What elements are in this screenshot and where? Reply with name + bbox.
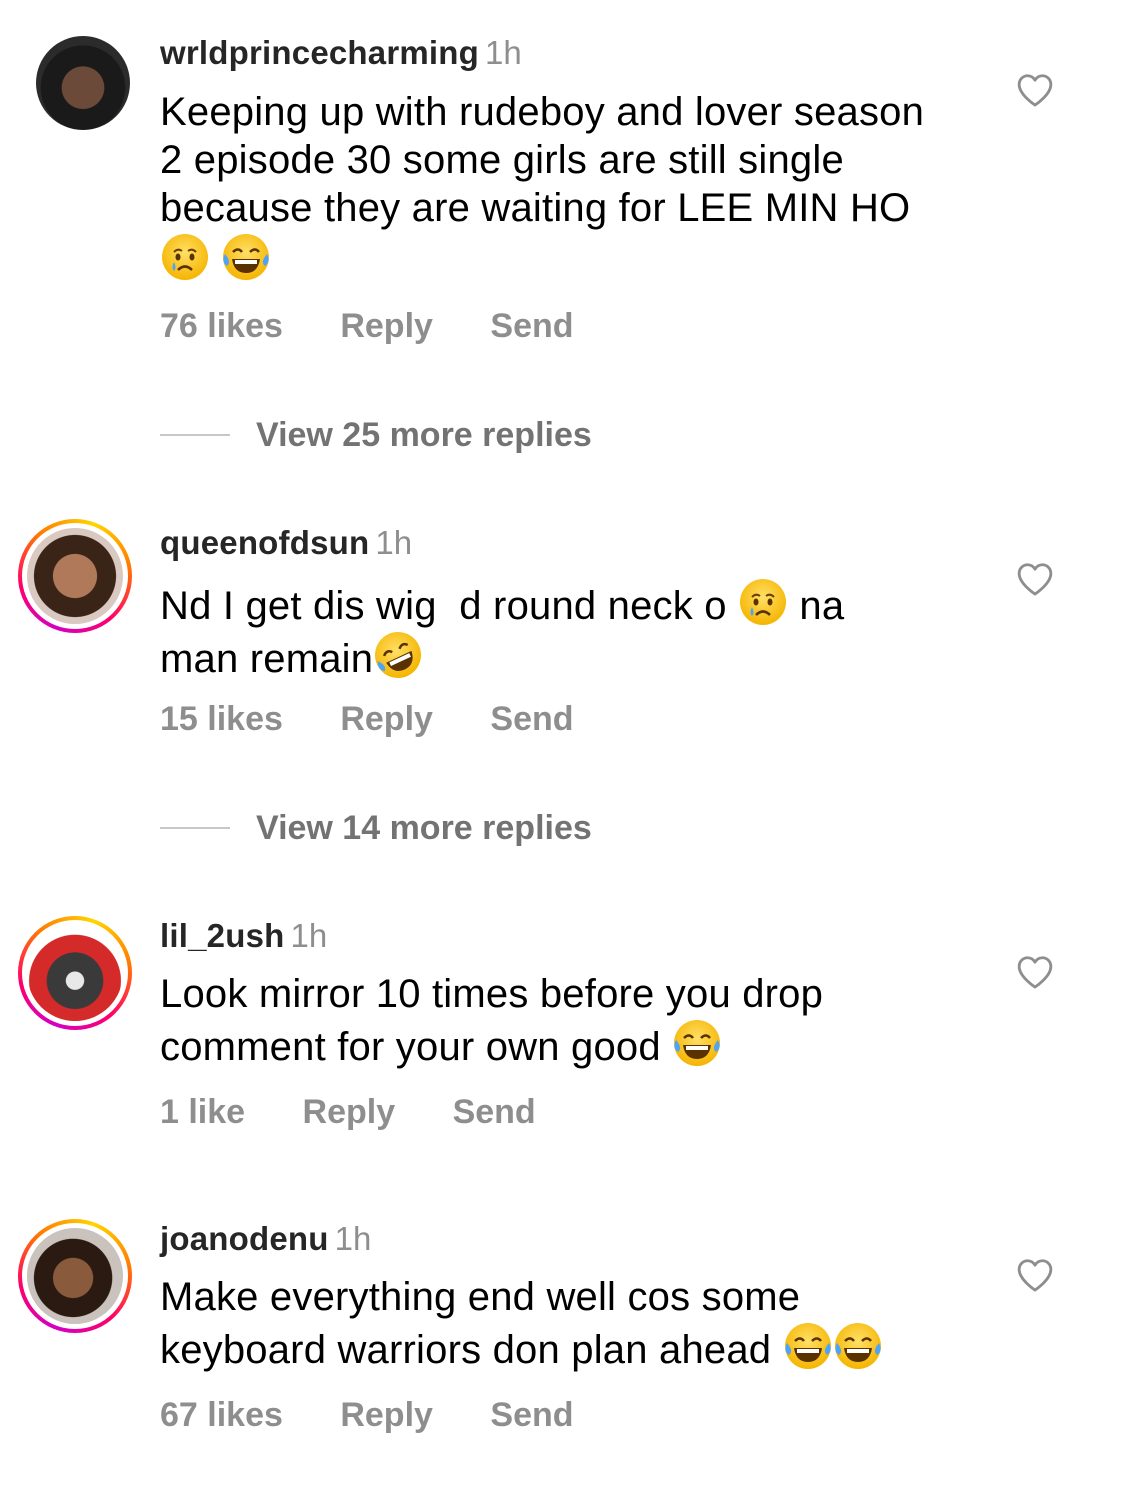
comment-actions: 76 likes Reply Send — [160, 306, 622, 346]
heart-icon[interactable] — [1016, 72, 1054, 108]
timestamp: 1h — [375, 524, 413, 561]
comment-actions: 15 likes Reply Send — [160, 699, 622, 739]
send-button[interactable]: Send — [490, 1396, 573, 1434]
crying-face-emoji — [160, 232, 210, 282]
likes-count[interactable]: 76 likes — [160, 307, 283, 345]
comment-text-part: Look mirror 10 times before you drop — [160, 972, 824, 1016]
comment-header: queenofdsun 1h — [160, 523, 412, 563]
likes-count[interactable]: 67 likes — [160, 1396, 283, 1434]
username[interactable]: joanodenu — [160, 1220, 329, 1257]
username[interactable]: queenofdsun — [160, 524, 369, 561]
timestamp: 1h — [290, 917, 328, 954]
timestamp: 1h — [334, 1220, 372, 1257]
avatar-inner — [22, 920, 128, 1026]
comment-text: Keeping up with rudeboy and lover season… — [160, 88, 950, 285]
comment-text: Make everything end well cos some keyboa… — [160, 1273, 950, 1374]
heart-icon[interactable] — [1016, 1257, 1054, 1293]
avatar[interactable] — [18, 18, 132, 132]
comment-text-part: comment for your own good — [160, 1025, 661, 1069]
comment-text-part: man remain — [160, 637, 374, 681]
rolling-laughing-emoji — [373, 630, 423, 680]
reply-button[interactable]: Reply — [340, 1396, 433, 1434]
tears-of-joy-emoji — [833, 1321, 883, 1371]
send-button[interactable]: Send — [453, 1093, 536, 1131]
divider-line — [160, 827, 230, 829]
comment-text-part: keyboard warriors don plan ahead — [160, 1328, 772, 1372]
tears-of-joy-emoji — [783, 1321, 833, 1371]
comment-header: lil_2ush 1h — [160, 916, 327, 956]
comment-header: joanodenu 1h — [160, 1219, 371, 1259]
send-button[interactable]: Send — [490, 700, 573, 738]
crying-face-emoji — [738, 577, 788, 627]
comment-text-part: Nd I get dis wig d round neck o — [160, 584, 727, 628]
tears-of-joy-emoji — [672, 1018, 722, 1068]
view-more-replies-label: View 14 more replies — [256, 809, 592, 847]
divider-line — [160, 434, 230, 436]
reply-button[interactable]: Reply — [340, 700, 433, 738]
comment-text-body: Keeping up with rudeboy and lover season… — [160, 90, 925, 230]
timestamp: 1h — [485, 34, 522, 71]
avatar-image — [36, 36, 130, 130]
reply-button[interactable]: Reply — [340, 307, 433, 345]
comment-actions: 1 like Reply Send — [160, 1092, 584, 1132]
comment-text-part: na — [799, 584, 845, 628]
heart-icon[interactable] — [1016, 954, 1054, 990]
avatar[interactable] — [18, 519, 132, 633]
view-more-replies-label: View 25 more replies — [256, 416, 592, 454]
avatar-inner — [22, 1223, 128, 1329]
likes-count[interactable]: 1 like — [160, 1093, 245, 1131]
avatar[interactable] — [18, 1219, 132, 1333]
username[interactable]: wrldprincecharming — [160, 34, 479, 71]
avatar-image — [27, 528, 123, 624]
avatar[interactable] — [18, 916, 132, 1030]
avatar-inner — [22, 523, 128, 629]
comment-header: wrldprincecharming 1h — [160, 33, 522, 73]
tears-of-joy-emoji — [221, 232, 271, 282]
comment-text: Look mirror 10 times before you drop com… — [160, 970, 950, 1071]
send-button[interactable]: Send — [490, 307, 573, 345]
reply-button[interactable]: Reply — [303, 1093, 396, 1131]
avatar-image — [27, 925, 123, 1021]
comment-actions: 67 likes Reply Send — [160, 1395, 622, 1435]
username[interactable]: lil_2ush — [160, 917, 284, 954]
avatar-image — [27, 1228, 123, 1324]
likes-count[interactable]: 15 likes — [160, 700, 283, 738]
heart-icon[interactable] — [1016, 561, 1054, 597]
comment-text: Nd I get dis wig d round neck o na man r… — [160, 577, 950, 683]
comment-text-part: Make everything end well cos some — [160, 1275, 801, 1319]
